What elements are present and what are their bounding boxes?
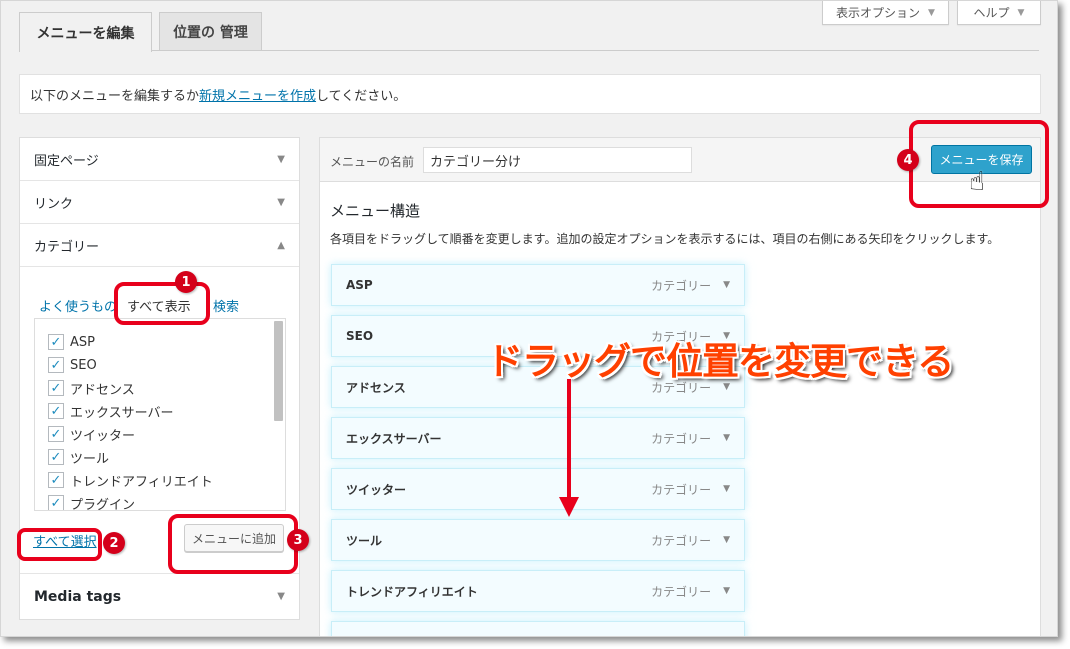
menu-structure-title: メニュー構造 — [330, 202, 421, 220]
category-option[interactable]: ✓ ツール — [48, 447, 109, 467]
tab-search[interactable]: 検索 — [213, 296, 239, 315]
menu-item-title: エックスサーバー — [346, 431, 442, 446]
tab-divider — [19, 50, 1039, 51]
accordion-categories-label: カテゴリー — [34, 239, 100, 255]
down-arrow-icon — [559, 497, 579, 517]
menu-item-title: アドセンス — [346, 380, 406, 395]
category-option[interactable]: ✓ エックスサーバー — [48, 401, 173, 421]
chevron-down-icon: ▼ — [277, 591, 285, 602]
menu-item-type: カテゴリー — [651, 533, 712, 548]
category-option[interactable]: ✓ アドセンス — [48, 378, 135, 398]
expand-arrow-icon[interactable]: ▼ — [723, 535, 730, 545]
category-option[interactable]: ✓ トレンドアフィリエイト — [48, 470, 213, 490]
chevron-down-icon: ▼ — [277, 153, 285, 165]
create-new-menu-link[interactable]: 新規メニューを作成 — [199, 85, 316, 104]
category-label: エックスサーバー — [70, 405, 174, 421]
accordion-media-tags-label: Media tags — [34, 588, 122, 605]
menu-item-partial[interactable]: カテゴリー▼ — [331, 621, 745, 637]
menu-item-type: カテゴリー — [651, 482, 712, 497]
category-label: プラグイン — [70, 497, 136, 511]
down-arrow-shaft — [567, 379, 571, 501]
menu-item-title: トレンドアフィリエイト — [346, 584, 478, 599]
menu-structure-description: 各項目をドラッグして順番を変更します。追加の設定オプションを表示するには、項目の… — [330, 232, 1000, 246]
checkbox-checked-icon[interactable]: ✓ — [48, 334, 64, 350]
highlight-view-all — [114, 282, 210, 325]
menu-item-title: SEO — [346, 329, 374, 343]
scrollbar-thumb[interactable] — [274, 321, 283, 421]
menu-item-type: カテゴリー — [651, 634, 711, 637]
notice-text-before: 以下のメニューを編集するか — [30, 88, 200, 104]
menu-item-title: ツール — [346, 533, 383, 548]
menu-item-title: ASP — [346, 278, 373, 292]
menu-item[interactable]: ASP カテゴリー ▼ — [331, 264, 745, 306]
checkbox-checked-icon[interactable]: ✓ — [48, 495, 64, 510]
help-button[interactable]: ヘルプ ▼ — [957, 1, 1041, 25]
drag-caption: ドラッグで位置を変更できる — [486, 340, 954, 383]
expand-arrow-icon[interactable]: ▼ — [723, 484, 730, 494]
accordion-media-tags[interactable]: Media tags ▼ — [20, 574, 299, 619]
category-option[interactable]: ✓ プラグイン — [48, 493, 136, 511]
checkbox-checked-icon[interactable]: ✓ — [48, 403, 64, 419]
accordion-pages[interactable]: 固定ページ ▼ — [20, 138, 299, 181]
checkbox-checked-icon[interactable]: ✓ — [48, 380, 64, 396]
menu-name-label: メニューの名前 — [330, 155, 415, 169]
category-label: SEO — [70, 357, 97, 373]
accordion-pages-label: 固定ページ — [34, 153, 99, 169]
menu-item[interactable]: ツール カテゴリー ▼ — [331, 519, 745, 561]
expand-arrow-icon[interactable]: ▼ — [723, 586, 730, 596]
tab-manage-locations[interactable]: 位置の 管理 — [159, 12, 262, 51]
category-label: トレンドアフィリエイト — [70, 474, 213, 490]
help-label: ヘルプ — [973, 6, 1010, 20]
accordion-categories[interactable]: カテゴリー ▲ — [20, 224, 299, 267]
notice-text-after: してください。 — [316, 88, 407, 104]
screenshot-frame: 表示オプション ▼ ヘルプ ▼ メニューを編集 位置の 管理 以下のメニューを編… — [0, 0, 1058, 637]
highlight-add-to-menu — [168, 514, 298, 574]
menu-name-input[interactable] — [423, 147, 692, 173]
tab-most-used[interactable]: よく使うもの — [39, 296, 117, 315]
hand-pointer-icon: ☝ — [969, 167, 985, 197]
menu-item[interactable]: エックスサーバー カテゴリー ▼ — [331, 417, 745, 459]
category-label: ASP — [70, 334, 95, 350]
caret-down-icon: ▼ — [928, 7, 935, 18]
notice-bar: 以下のメニューを編集するか 新規メニューを作成 してください。 — [19, 74, 1041, 114]
accordion-links[interactable]: リンク ▼ — [20, 181, 299, 224]
chevron-down-icon: ▼ — [277, 196, 285, 208]
step-badge-4: 4 — [897, 149, 919, 171]
screen-options-label: 表示オプション — [836, 6, 921, 20]
category-label: アドセンス — [70, 382, 135, 398]
chevron-up-icon: ▲ — [277, 239, 285, 251]
screen-options-button[interactable]: 表示オプション ▼ — [822, 1, 949, 25]
menu-item[interactable]: ツイッター カテゴリー ▼ — [331, 468, 745, 510]
menu-item-type: カテゴリー — [651, 278, 712, 293]
caret-down-icon: ▼ — [1017, 7, 1025, 18]
category-checklist: ✓ ASP ✓ SEO ✓ アドセンス ✓ エックスサーバー ✓ ツイッター ✓ ツール ✓… — [34, 318, 286, 511]
category-option[interactable]: ✓ ツイッター — [48, 424, 135, 444]
tab-edit-menus[interactable]: メニューを編集 — [19, 12, 152, 52]
checkbox-checked-icon[interactable]: ✓ — [48, 426, 64, 442]
menu-item[interactable]: トレンドアフィリエイト カテゴリー ▼ — [331, 570, 745, 612]
expand-arrow-icon[interactable]: ▼ — [723, 280, 730, 290]
menu-item-type: カテゴリー — [651, 431, 712, 446]
checkbox-checked-icon[interactable]: ✓ — [48, 357, 64, 373]
step-badge-3: 3 — [287, 529, 309, 551]
highlight-select-all — [17, 528, 102, 561]
menu-item-title: ツイッター — [346, 482, 407, 497]
checkbox-checked-icon[interactable]: ✓ — [48, 472, 64, 488]
step-badge-1: 1 — [175, 271, 197, 293]
step-badge-2: 2 — [103, 532, 125, 554]
category-label: ツイッター — [70, 428, 136, 444]
checkbox-checked-icon[interactable]: ✓ — [48, 449, 64, 465]
accordion-links-label: リンク — [34, 196, 74, 212]
menu-editor-panel: メニューの名前 メニューを保存 メニュー構造 各項目をドラッグして順番を変更しま… — [319, 137, 1041, 637]
menu-item-type: カテゴリー — [651, 584, 712, 599]
expand-arrow-icon[interactable]: ▼ — [723, 433, 730, 443]
category-option[interactable]: ✓ ASP — [48, 332, 95, 352]
category-option[interactable]: ✓ SEO — [48, 355, 97, 375]
category-label: ツール — [70, 451, 110, 467]
